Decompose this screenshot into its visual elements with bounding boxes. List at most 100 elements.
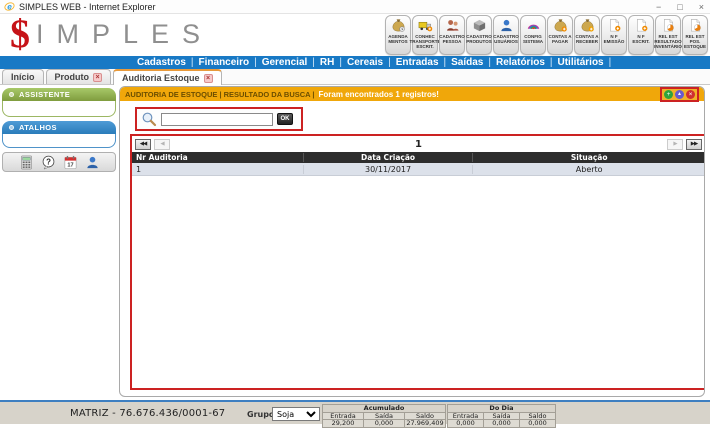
app-header: $ IMPLES AGENDA MENTOS CONHEC TRANSPORTE… [0,14,710,56]
help-icon[interactable]: ? [41,155,56,170]
search-box: OK [135,107,303,131]
search-input[interactable] [161,113,273,126]
toolbar-button-rel-resultado-inventario[interactable]: REL EST RESULTADO INVENTÁRIO [655,15,681,55]
toolbar-button-label: CONFIG SISTEMA [521,34,545,44]
user-shortcut-icon[interactable] [85,155,100,170]
assistente-panel: ASSISTENTE [2,88,116,117]
calculator-icon[interactable] [19,155,34,170]
moneybag-plus-icon [553,18,568,33]
pagination-bar: ◀◀ ◀ 1 ▶ ▶▶ [132,136,705,152]
tab-produto[interactable]: Produto × [46,69,112,84]
next-page-button[interactable]: ▶ [667,139,683,150]
current-page-number: 1 [173,139,664,150]
bullet-icon [9,92,14,97]
window-controls: − □ × [656,1,704,13]
toolbar-button-cadastro-pessoa[interactable]: CADASTRO PESSOA [439,15,465,55]
box-icon [472,18,487,33]
panel-header: AUDITORIA DE ESTOQUE | RESULTADO DA BUSC… [120,87,704,101]
document-pie-icon [688,18,703,33]
sidebar-icon-tray: ? 17 [2,152,116,172]
tab-close-icon[interactable]: × [204,74,213,83]
toolbar-button-agendamentos[interactable]: AGENDA MENTOS [385,15,411,55]
tab-inicio[interactable]: Início [2,69,44,84]
do-dia-title: Do Dia [448,405,556,413]
toolbar-button-label: N F ESCRIT. [629,34,653,44]
tab-bar: Início Produto × Auditoria Estoque × [0,69,710,85]
sidebar: ASSISTENTE ATALHOS [2,88,116,172]
window-title: SIMPLES WEB - Internet Explorer [19,2,156,12]
assistente-label: ASSISTENTE [19,90,70,99]
atalhos-label: ATALHOS [19,123,57,132]
assistente-header[interactable]: ASSISTENTE [2,88,116,101]
toolbar-button-contas-a-pagar[interactable]: CONTAS A PAGAR [547,15,573,55]
toolbar-button-label: REL EST RESULTADO INVENTÁRIO [654,34,682,49]
document-plus-icon [634,18,649,33]
minimize-button[interactable]: − [656,1,661,13]
toolbar-button-config-sistema[interactable]: CONFIG SISTEMA [520,15,546,55]
cell-nr-auditoria: 1 [132,165,303,174]
toolbar-button-nf-emissao[interactable]: N F EMISSÃO [601,15,627,55]
toolbar-button-cadastro-produtos[interactable]: CADASTRO PRODUTOS [466,15,492,55]
atalhos-header[interactable]: ATALHOS [2,121,116,134]
document-pie-icon [661,18,676,33]
acumulado-saldo-value: 27.969,409 [405,420,446,428]
table-row[interactable]: 1 30/11/2017 Aberto [132,163,705,176]
last-page-button[interactable]: ▶▶ [686,139,702,150]
column-header-situacao[interactable]: Situação [472,153,705,162]
search-icon[interactable] [141,111,157,127]
toolbar-button-label: CONTAS A PAGAR [548,34,572,44]
people-icon [445,18,460,33]
menu-item-rh[interactable]: RH [320,57,347,68]
menu-item-saidas[interactable]: Saídas [451,57,496,68]
menu-item-gerencial[interactable]: Gerencial [262,57,320,68]
toolbar-button-cadastro-usuarios[interactable]: CADASTRO USUÁRIOS [493,15,519,55]
tab-label: Auditoria Estoque [122,73,200,83]
scroll-up-button[interactable]: ▲ [675,90,684,99]
toolbar-button-label: REL EST POS. ESTOQUE [683,34,707,49]
toolbar-button-conhec-transporte[interactable]: CONHEC TRANSPORTE ESCRIT. [412,15,438,55]
tab-auditoria-estoque[interactable]: Auditoria Estoque × [113,69,222,85]
content-area: ASSISTENTE ATALHOS [0,85,710,400]
close-panel-button[interactable]: × [686,90,695,99]
toolbar-button-label: N F EMISSÃO [602,34,626,44]
calendar-icon[interactable]: 17 [63,155,78,170]
menu-item-utilitarios[interactable]: Utilitários [558,57,617,68]
toolbar-button-rel-pos-estoque[interactable]: REL EST POS. ESTOQUE [682,15,708,55]
color-fan-icon [526,18,541,33]
cell-data-criacao: 30/11/2017 [303,165,473,174]
toolbar-button-label: CADASTRO PRODUTOS [466,34,492,44]
toolbar-button-label: CADASTRO PESSOA [439,34,465,44]
menu-item-cadastros[interactable]: Cadastros [137,57,199,68]
panel-action-buttons: + ▲ × [660,87,699,102]
column-header-data-criacao[interactable]: Data Criação [303,153,473,162]
toolbar-button-label: CADASTRO USUÁRIOS [493,34,519,44]
bullet-icon [9,125,14,130]
grupo-select[interactable]: Soja [272,407,320,421]
moneybag-clock-icon [391,18,406,33]
logo-dollar: $ [10,14,30,54]
menu-item-financeiro[interactable]: Financeiro [199,57,262,68]
logo-word: IMPLES [36,14,213,54]
svg-text:?: ? [46,157,51,166]
cell-situacao: Aberto [472,165,705,174]
menu-item-entradas[interactable]: Entradas [396,57,451,68]
menu-item-cereais[interactable]: Cereais [347,57,396,68]
auditoria-estoque-panel: AUDITORIA DE ESTOQUE | RESULTADO DA BUSC… [119,86,705,397]
tab-close-icon[interactable]: × [93,73,102,82]
first-page-button[interactable]: ◀◀ [135,139,151,150]
toolbar-button-contas-a-receber[interactable]: CONTAS A RECEBER [574,15,600,55]
simples-web-window: { "window": { "title": "SIMPLES WEB - In… [0,0,710,424]
maximize-button[interactable]: □ [677,1,682,13]
simples-logo: $ IMPLES [10,14,213,54]
search-ok-button[interactable]: OK [277,113,293,125]
toolbar-button-nf-escrit[interactable]: N F ESCRIT. [628,15,654,55]
toolbar-button-label: CONHEC TRANSPORTE ESCRIT. [410,34,441,49]
menu-item-relatorios[interactable]: Relatórios [496,57,558,68]
titlebar: e SIMPLES WEB - Internet Explorer − □ × [0,0,710,14]
calendar-day-label: 17 [67,162,73,168]
previous-page-button[interactable]: ◀ [154,139,170,150]
column-header-nr-auditoria[interactable]: Nr Auditoria [132,153,303,162]
add-record-button[interactable]: + [664,90,673,99]
main-menubar: Cadastros Financeiro Gerencial RH Cereai… [0,56,710,69]
close-button[interactable]: × [699,1,704,13]
